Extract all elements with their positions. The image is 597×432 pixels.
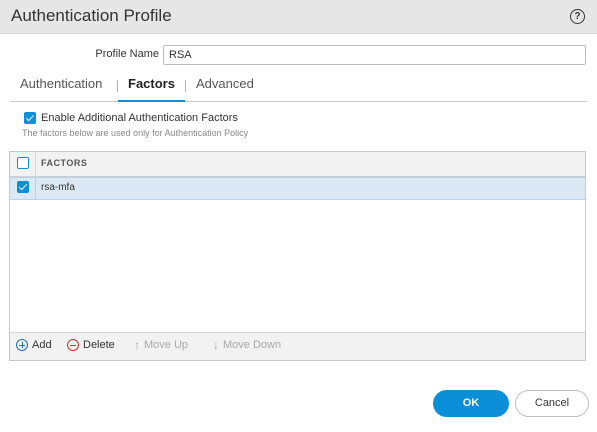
delete-button[interactable]: Delete <box>67 339 115 351</box>
tab-factors[interactable]: Factors <box>118 76 185 102</box>
move-down-button[interactable]: ↓ Move Down <box>213 339 281 351</box>
row-factor-name: rsa-mfa <box>41 182 75 193</box>
factors-hint-text: The factors below are used only for Auth… <box>22 128 249 138</box>
column-divider <box>35 152 36 176</box>
factors-grid: FACTORS rsa-mfa Add Delete ↑ Move Up ↓ M… <box>9 151 586 361</box>
column-header-factors[interactable]: FACTORS <box>41 158 87 168</box>
dialog-titlebar: Authentication Profile ? <box>0 0 597 34</box>
add-button[interactable]: Add <box>16 339 52 351</box>
grid-toolbar: Add Delete ↑ Move Up ↓ Move Down <box>10 332 585 360</box>
tab-advanced[interactable]: Advanced <box>196 76 254 100</box>
grid-header: FACTORS <box>10 152 585 177</box>
move-up-button[interactable]: ↑ Move Up <box>134 339 188 351</box>
add-button-label: Add <box>32 339 52 351</box>
move-down-button-label: Move Down <box>223 339 282 351</box>
delete-icon <box>67 339 79 351</box>
authentication-profile-dialog: Authentication Profile ? Profile Name RS… <box>0 0 597 432</box>
tab-separator <box>185 80 186 92</box>
profile-name-label: Profile Name <box>95 48 159 60</box>
column-divider <box>35 178 36 199</box>
arrow-up-icon: ↑ <box>134 338 140 352</box>
profile-name-row: Profile Name RSA <box>0 45 597 65</box>
profile-name-input[interactable]: RSA <box>163 45 586 65</box>
enable-factors-label: Enable Additional Authentication Factors <box>41 112 238 124</box>
tab-authentication[interactable]: Authentication <box>20 76 102 100</box>
dialog-title: Authentication Profile <box>11 6 172 25</box>
add-icon <box>16 339 28 351</box>
row-checkbox[interactable] <box>17 181 29 193</box>
help-icon[interactable]: ? <box>570 9 585 24</box>
select-all-checkbox[interactable] <box>17 157 29 169</box>
tab-bar: Authentication Factors Advanced <box>10 74 587 102</box>
cancel-button[interactable]: Cancel <box>515 390 589 417</box>
enable-factors-checkbox[interactable] <box>24 112 36 124</box>
table-row[interactable]: rsa-mfa <box>10 177 585 200</box>
ok-button[interactable]: OK <box>433 390 509 417</box>
arrow-down-icon: ↓ <box>213 338 219 352</box>
move-up-button-label: Move Up <box>144 339 189 351</box>
delete-button-label: Delete <box>83 339 115 351</box>
